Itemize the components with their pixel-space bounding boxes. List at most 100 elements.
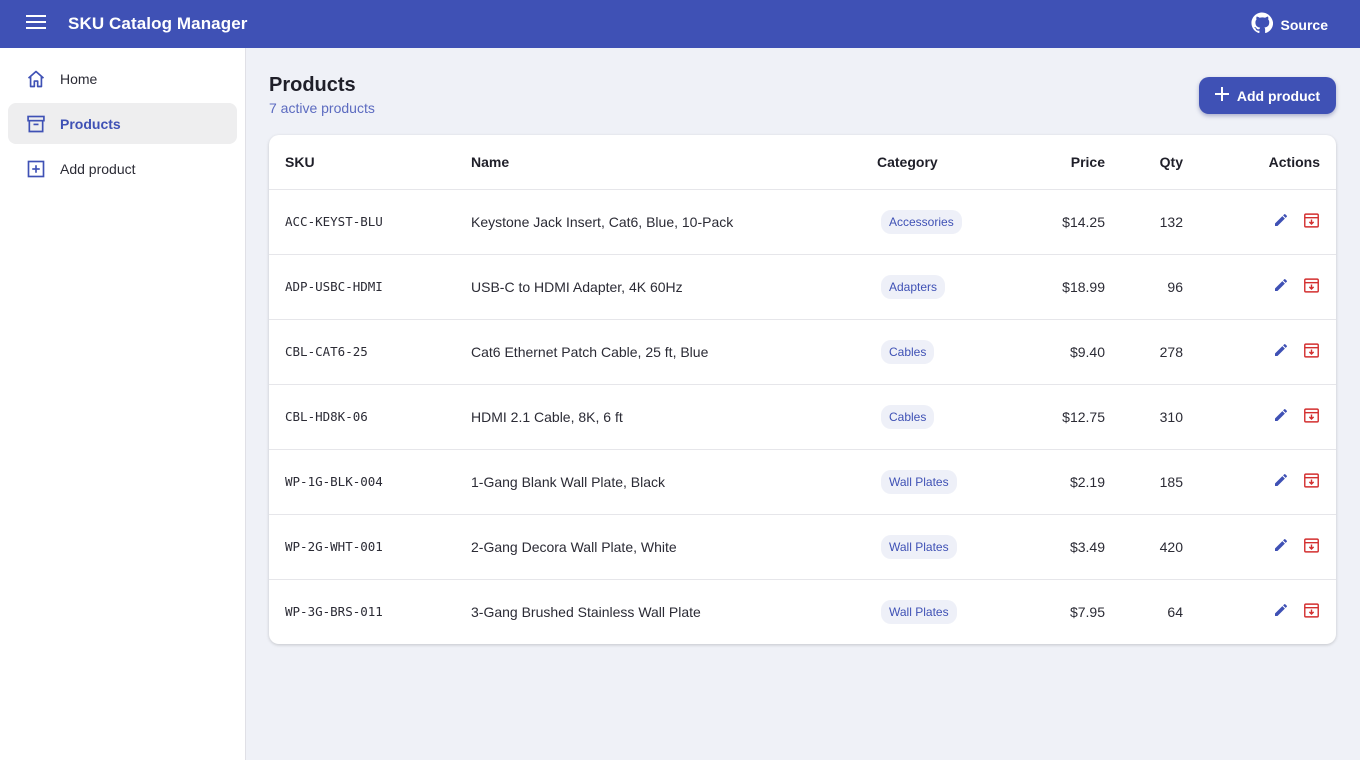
category-cell: Wall Plates — [861, 514, 1021, 580]
table-row[interactable]: CBL-CAT6-25 Cat6 Ethernet Patch Cable, 2… — [269, 319, 1336, 385]
name-cell: HDMI 2.1 Cable, 8K, 6 ft — [455, 384, 861, 450]
qty-cell: 278 — [1121, 319, 1199, 385]
price-cell: $9.40 — [1021, 319, 1121, 385]
qty-cell: 420 — [1121, 514, 1199, 580]
category-cell: Cables — [861, 384, 1021, 450]
qty-cell: 185 — [1121, 449, 1199, 515]
table-row[interactable]: WP-1G-BLK-004 1-Gang Blank Wall Plate, B… — [269, 449, 1336, 515]
edit-button[interactable] — [1272, 538, 1290, 556]
actions-cell — [1199, 189, 1336, 255]
archive-button[interactable] — [1302, 277, 1320, 296]
edit-button[interactable] — [1272, 603, 1290, 621]
category-chip: Cables — [881, 404, 935, 429]
edit-button[interactable] — [1272, 473, 1290, 491]
price-cell: $7.95 — [1069, 603, 1105, 620]
archive-icon — [1303, 537, 1320, 557]
pencil-icon — [1273, 537, 1289, 556]
category-cell: Accessories — [861, 189, 1021, 255]
sidebar-item-label: Add product — [60, 160, 136, 177]
add-box-icon — [24, 157, 48, 181]
category-chip: Adapters — [881, 274, 946, 299]
archive-button[interactable] — [1302, 407, 1320, 427]
archive-button[interactable] — [1302, 342, 1320, 362]
category-cell: Wall Plates — [861, 449, 1021, 515]
archive-icon — [1303, 342, 1320, 362]
archive-icon — [1303, 212, 1320, 232]
home-icon — [24, 67, 48, 91]
header-price[interactable]: Price — [1021, 135, 1121, 190]
table-row[interactable]: WP-3G-BRS-011 3-Gang Brushed Stainless W… — [269, 579, 1336, 644]
table-header-row: SKU Name Category Price Qty Actions — [269, 135, 1336, 190]
archive-icon — [1303, 472, 1320, 492]
github-icon — [1250, 12, 1273, 37]
header-actions: Actions — [1199, 135, 1336, 190]
category-chip: Wall Plates — [881, 469, 957, 494]
archive-icon — [1303, 407, 1320, 427]
sku-cell: ADP-USBC-HDMI — [269, 254, 455, 320]
plus-icon — [1214, 87, 1229, 104]
archive-button[interactable] — [1302, 472, 1320, 492]
name-cell: 2-Gang Decora Wall Plate, White — [455, 514, 861, 580]
qty-cell: 132 — [1121, 189, 1199, 255]
products-table-card: SKU Name Category Price Qty Actions ACC-… — [269, 135, 1336, 644]
menu-icon — [26, 14, 46, 34]
archive-button[interactable] — [1302, 537, 1320, 557]
sidebar-item-products[interactable]: Products — [8, 103, 237, 144]
archive-button[interactable] — [1302, 603, 1320, 621]
sidebar-item-add-product[interactable]: Add product — [8, 148, 237, 189]
header-category[interactable]: Category — [861, 135, 1021, 190]
sidebar-item-home[interactable]: Home — [8, 58, 237, 99]
price-cell: $3.49 — [1021, 514, 1121, 580]
sku-cell: CBL-CAT6-25 — [269, 319, 455, 385]
category-chip: Wall Plates — [881, 534, 957, 559]
add-product-button[interactable]: Add product — [1199, 77, 1336, 114]
table-row[interactable]: WP-2G-WHT-001 2-Gang Decora Wall Plate, … — [269, 514, 1336, 580]
actions-cell — [1199, 384, 1336, 450]
category-cell: Wall Plates — [861, 579, 1021, 644]
menu-button[interactable] — [16, 4, 56, 44]
header-name[interactable]: Name — [455, 135, 861, 190]
category-chip: Wall Plates — [881, 599, 957, 624]
pencil-icon — [1273, 602, 1289, 621]
edit-button[interactable] — [1272, 213, 1290, 231]
archive-icon — [1303, 602, 1320, 622]
table-row[interactable]: CBL-HD8K-06 HDMI 2.1 Cable, 8K, 6 ft Cab… — [269, 384, 1336, 450]
price-cell: $14.25 — [1021, 189, 1121, 255]
pencil-icon — [1273, 342, 1289, 361]
actions-cell — [1199, 319, 1336, 385]
actions-cell — [1199, 449, 1336, 515]
name-cell: 1-Gang Blank Wall Plate, Black — [455, 449, 861, 515]
source-link[interactable]: Source — [1250, 12, 1328, 37]
source-label: Source — [1280, 16, 1328, 33]
actions-cell — [1199, 579, 1336, 644]
page-subtitle: 7 active products — [269, 100, 375, 116]
edit-button[interactable] — [1272, 278, 1290, 296]
sidebar-item-label: Products — [60, 115, 121, 132]
name-cell: 3-Gang Brushed Stainless Wall Plate — [471, 603, 701, 620]
add-product-label: Add product — [1236, 87, 1321, 104]
sku-cell: CBL-HD8K-06 — [269, 384, 455, 450]
sku-cell: WP-1G-BLK-004 — [269, 449, 455, 515]
edit-button[interactable] — [1272, 408, 1290, 426]
qty-cell: 64 — [1167, 603, 1183, 620]
category-cell: Adapters — [861, 254, 1021, 320]
header-qty[interactable]: Qty — [1121, 135, 1199, 190]
qty-cell: 310 — [1121, 384, 1199, 450]
archive-button[interactable] — [1302, 212, 1320, 232]
edit-button[interactable] — [1272, 343, 1290, 361]
sidebar-item-label: Home — [60, 70, 98, 87]
category-chip: Cables — [881, 339, 935, 364]
price-cell: $18.99 — [1021, 254, 1121, 320]
price-cell: $2.19 — [1021, 449, 1121, 515]
category-cell: Cables — [861, 319, 1021, 385]
table-row[interactable]: ADP-USBC-HDMI USB-C to HDMI Adapter, 4K … — [269, 254, 1336, 320]
archive-icon — [24, 112, 48, 136]
table-row[interactable]: ACC-KEYST-BLU Keystone Jack Insert, Cat6… — [269, 189, 1336, 255]
header-sku[interactable]: SKU — [269, 135, 455, 190]
actions-cell — [1199, 514, 1336, 580]
actions-cell — [1199, 254, 1336, 320]
sidebar: Home Products Add product — [0, 48, 246, 760]
app-bar: SKU Catalog Manager Source — [0, 0, 1360, 48]
pencil-icon — [1273, 407, 1289, 426]
main-content: Products 7 active products Add product S… — [246, 48, 1360, 760]
